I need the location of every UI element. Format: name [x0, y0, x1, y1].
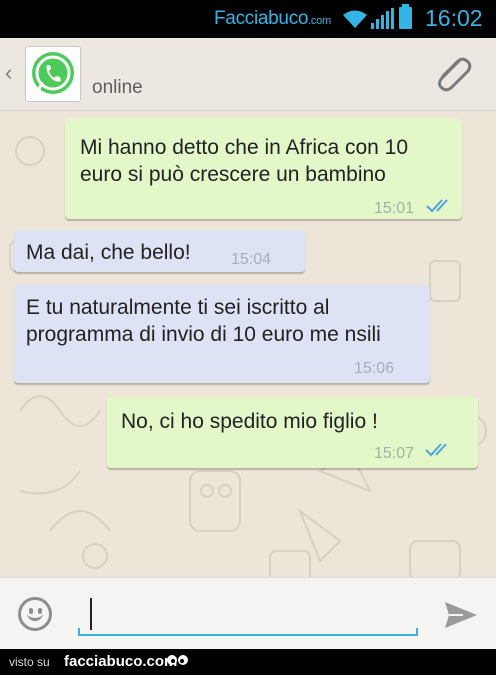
message-text: No, ci ho spedito mio figlio !	[121, 410, 378, 433]
status-clock: 16:02	[425, 5, 483, 31]
avatar[interactable]	[25, 46, 81, 102]
chat-area[interactable]: Mi hanno detto che in Africa con 10 euro…	[0, 111, 496, 577]
watermark-footer: visto su facciabuco.com	[0, 649, 496, 675]
visto-su-label: visto su	[9, 655, 50, 669]
chat-header: ‹ online	[0, 38, 496, 111]
contact-status: online	[92, 77, 143, 98]
message-input[interactable]	[78, 596, 418, 636]
status-bar: Facciabuco.com 16:02	[0, 0, 496, 38]
brand-suffix: .com	[308, 15, 331, 27]
brand-watermark: Facciabuco.com	[214, 8, 331, 30]
send-icon[interactable]	[443, 600, 479, 630]
brand-name: Facciabuco	[214, 8, 309, 29]
read-ticks-icon	[425, 443, 447, 457]
site-name: facciabuco.com	[64, 653, 178, 670]
message-bubble-incoming[interactable]: Ma dai, che bello! 15:04	[14, 230, 305, 272]
message-bubble-incoming[interactable]: E tu naturalmente ti sei iscritto al pro…	[14, 285, 430, 383]
smiley-icon[interactable]	[18, 597, 52, 631]
message-bubble-outgoing[interactable]: No, ci ho spedito mio figlio ! 15:07	[107, 397, 478, 468]
message-composer	[0, 577, 496, 649]
eyes-logo-icon	[167, 655, 188, 665]
message-text: Ma dai, che bello!	[26, 241, 191, 264]
whatsapp-logo-icon	[32, 52, 74, 94]
signal-icon	[371, 8, 394, 29]
message-text: Mi hanno detto che in Africa con 10 euro…	[80, 136, 409, 186]
message-time: 15:06	[354, 360, 395, 377]
message-time: 15:04	[231, 251, 272, 268]
message-time: 15:01	[374, 200, 415, 217]
text-cursor	[90, 598, 92, 630]
battery-icon	[399, 4, 412, 29]
read-ticks-icon	[426, 199, 448, 213]
message-text: E tu naturalmente ti sei iscritto al pro…	[26, 296, 381, 346]
paperclip-icon[interactable]	[430, 52, 474, 96]
back-chevron-icon[interactable]: ‹	[5, 60, 12, 86]
message-bubble-outgoing[interactable]: Mi hanno detto che in Africa con 10 euro…	[65, 118, 462, 219]
wifi-icon	[343, 10, 367, 28]
message-time: 15:07	[374, 445, 415, 462]
